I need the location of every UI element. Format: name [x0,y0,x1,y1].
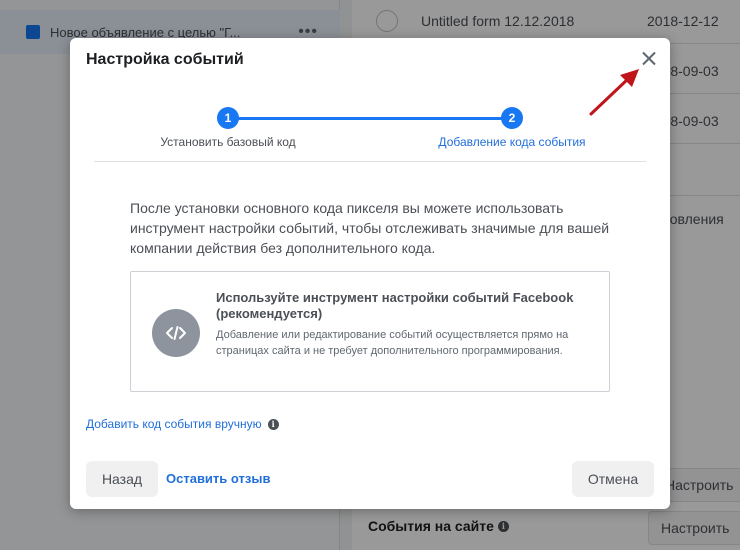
code-icon [152,309,200,357]
event-setup-tool-option[interactable]: Используйте инструмент настройки событий… [130,271,610,392]
step-2-label: Добавление кода события [438,135,586,149]
back-button[interactable]: Назад [86,461,158,497]
divider [94,161,646,162]
manual-code-link-text[interactable]: Добавить код события вручную [86,417,262,431]
step-2-circle: 2 [501,107,523,129]
step-1-label: Установить базовый код [160,135,296,149]
feedback-link[interactable]: Оставить отзыв [166,471,270,486]
cancel-button[interactable]: Отмена [572,461,654,497]
description-text: После установки основного кода пикселя в… [130,200,610,256]
option-title: Используйте инструмент настройки событий… [216,290,574,321]
stepper-line [228,117,512,120]
option-description: Добавление или редактирование событий ос… [216,329,569,357]
modal-title: Настройка событий [86,51,244,68]
event-setup-modal: Настройка событий 1 2 Установить базовый… [70,38,670,509]
stepper: 1 2 Установить базовый код Добавление ко… [70,106,670,152]
info-icon[interactable]: i [267,418,279,430]
manual-code-link[interactable]: Добавить код события вручную i [86,417,279,431]
step-1-circle: 1 [217,107,239,129]
annotation-arrow-icon [589,69,639,116]
